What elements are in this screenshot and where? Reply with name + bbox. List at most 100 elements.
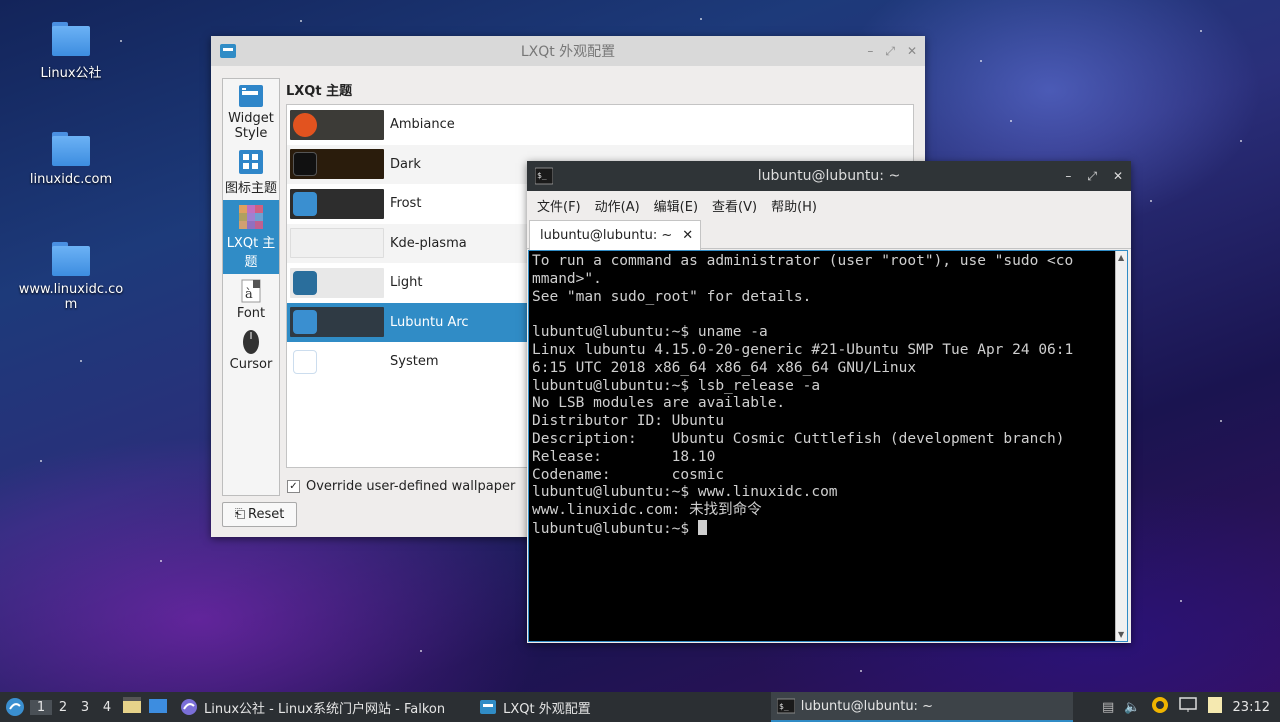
sidebar-item-icon-theme[interactable]: 图标主题 [223,145,279,200]
terminal-line: To run a command as administrator (user … [532,253,1074,269]
terminal-titlebar[interactable]: $_ lubuntu@lubuntu: ~ – ⤢ ✕ [527,161,1131,191]
desktop-icon-label: www.linuxidc.co m [18,282,124,312]
falkon-icon [181,699,197,715]
terminal-line: Linux lubuntu 4.15.0-20-generic #21-Ubun… [532,341,1074,358]
svg-text:$_: $_ [537,171,547,180]
menu-edit[interactable]: 编辑(E) [654,196,698,215]
theme-name: Kde-plasma [390,235,467,251]
system-tray: ▤ 🔈 23:12 [1102,692,1280,722]
maximize-button[interactable]: ⤢ [1087,169,1097,184]
sidebar-item-font[interactable]: à Font [223,274,279,325]
sidebar-item-label: Widget Style [228,111,274,141]
clipboard-icon[interactable]: ▤ [1102,700,1114,715]
volume-icon[interactable]: 🔈 [1124,700,1140,715]
start-menu-button[interactable] [0,697,30,717]
icon-theme-icon [238,149,264,175]
taskbar: 1 2 3 4 Linux公社 - Linux系统门户网站 - Falkon L… [0,692,1280,722]
show-desktop-icon[interactable] [122,696,142,718]
sidebar-item-label: LXQt 主题 [226,236,276,270]
scroll-down-icon[interactable]: ▼ [1118,630,1124,639]
terminal-window: $_ lubuntu@lubuntu: ~ – ⤢ ✕ 文件(F) 动作(A) … [527,161,1131,643]
terminal-line: Codename: cosmic [532,466,725,483]
terminal-line: www.linuxidc.com: 未找到命令 [532,502,762,519]
task-appearance[interactable]: LXQt 外观配置 [473,692,597,722]
theme-name: Lubuntu Arc [390,314,469,330]
network-manager-icon[interactable] [1151,696,1169,718]
override-wallpaper-label: Override user-defined wallpaper [306,479,516,494]
close-button[interactable]: ✕ [1113,169,1123,183]
theme-preview [290,188,384,219]
terminal-line: Description: Ubuntu Cosmic Cuttlefish (d… [532,430,1065,447]
override-wallpaper-option[interactable]: ✓ Override user-defined wallpaper [287,479,515,494]
desktop-icon-www-linuxidc[interactable]: www.linuxidc.co m [16,242,126,312]
theme-name: System [390,354,439,370]
task-terminal[interactable]: $_ lubuntu@lubuntu: ~ [770,692,1073,722]
terminal-line: No LSB modules are available. [532,395,786,412]
display-icon[interactable] [1178,697,1197,717]
notes-icon[interactable] [1207,696,1223,718]
override-wallpaper-checkbox[interactable]: ✓ [287,480,300,493]
tab-label: lubuntu@lubuntu: ~ [540,228,673,243]
menu-help[interactable]: 帮助(H) [771,196,817,215]
lubuntu-logo-icon [293,270,317,295]
terminal-line: lubuntu@lubuntu:~$ lsb_release -a [532,377,821,394]
workspace-1[interactable]: 1 [30,699,52,715]
minimize-button[interactable]: – [1065,169,1071,183]
terminal-text: To run a command as administrator (user … [529,251,1127,539]
folder-icon [52,22,90,56]
clock[interactable]: 23:12 [1233,700,1270,715]
task-label: Linux公社 - Linux系统门户网站 - Falkon [204,701,446,717]
sidebar-item-label: 图标主题 [224,181,277,196]
sidebar-item-label: Font [236,306,266,321]
tab-close-icon[interactable]: ✕ [682,228,693,243]
tab-terminal[interactable]: lubuntu@lubuntu: ~ ✕ [529,220,701,250]
task-falkon[interactable]: Linux公社 - Linux系统门户网站 - Falkon [174,692,451,722]
sidebar-item-widget-style[interactable]: Widget Style [223,79,279,145]
lxqt-theme-icon [238,204,264,230]
terminal-prompt: lubuntu@lubuntu:~$ [532,519,1127,539]
terminal-icon: $_ [776,698,795,714]
task-label: LXQt 外观配置 [503,701,591,717]
workspace-4[interactable]: 4 [96,700,118,715]
file-manager-icon[interactable] [148,696,168,718]
tab-bar: lubuntu@lubuntu: ~ ✕ [527,219,1131,250]
scroll-up-icon[interactable]: ▲ [1118,253,1124,262]
lubuntu-logo-icon [293,152,317,177]
menubar: 文件(F) 动作(A) 编辑(E) 查看(V) 帮助(H) [527,191,1131,219]
folder-icon [52,132,90,166]
menu-file[interactable]: 文件(F) [537,196,581,215]
sidebar-item-cursor[interactable]: Cursor [223,325,279,376]
theme-preview [290,228,384,259]
workspace-3[interactable]: 3 [74,700,96,715]
terminal-line: lubuntu@lubuntu:~$ uname -a [532,324,768,341]
sidebar-item-label: Cursor [229,357,273,372]
appearance-titlebar[interactable]: LXQt 外观配置 – ⤢ ✕ [211,36,925,66]
terminal-line: Release: 18.10 [532,448,716,465]
menu-view[interactable]: 查看(V) [712,196,757,215]
terminal-output[interactable]: To run a command as administrator (user … [528,250,1128,642]
close-button[interactable]: ✕ [907,44,917,58]
cursor-icon [238,329,264,355]
minimize-button[interactable]: – [867,44,873,58]
theme-row-ambiance[interactable]: Ambiance [287,105,913,145]
reset-button[interactable]: ⎗ Reset [222,502,297,527]
menu-actions[interactable]: 动作(A) [595,196,640,215]
theme-preview [290,109,384,140]
theme-name: Ambiance [390,117,455,133]
theme-preview [290,149,384,180]
theme-name: Light [390,275,423,291]
maximize-button[interactable]: ⤢ [885,44,895,59]
theme-preview [290,346,384,377]
section-title: LXQt 主题 [286,84,353,99]
desktop-icon-linuxidc[interactable]: linuxidc.com [16,132,126,187]
desktop-icon-label: Linux公社 [40,66,102,81]
appearance-app-icon [219,42,237,60]
sidebar-item-lxqt-theme[interactable]: LXQt 主题 [223,200,279,274]
scrollbar[interactable]: ▲ ▼ [1115,251,1127,641]
window-title: LXQt 外观配置 [520,44,616,60]
desktop-icon-linux-gongshe[interactable]: Linux公社 [16,22,126,81]
window-title: lubuntu@lubuntu: ~ [757,168,901,184]
lubuntu-logo-icon [6,698,24,716]
ubuntu-logo-icon [293,112,317,137]
workspace-2[interactable]: 2 [52,700,74,715]
